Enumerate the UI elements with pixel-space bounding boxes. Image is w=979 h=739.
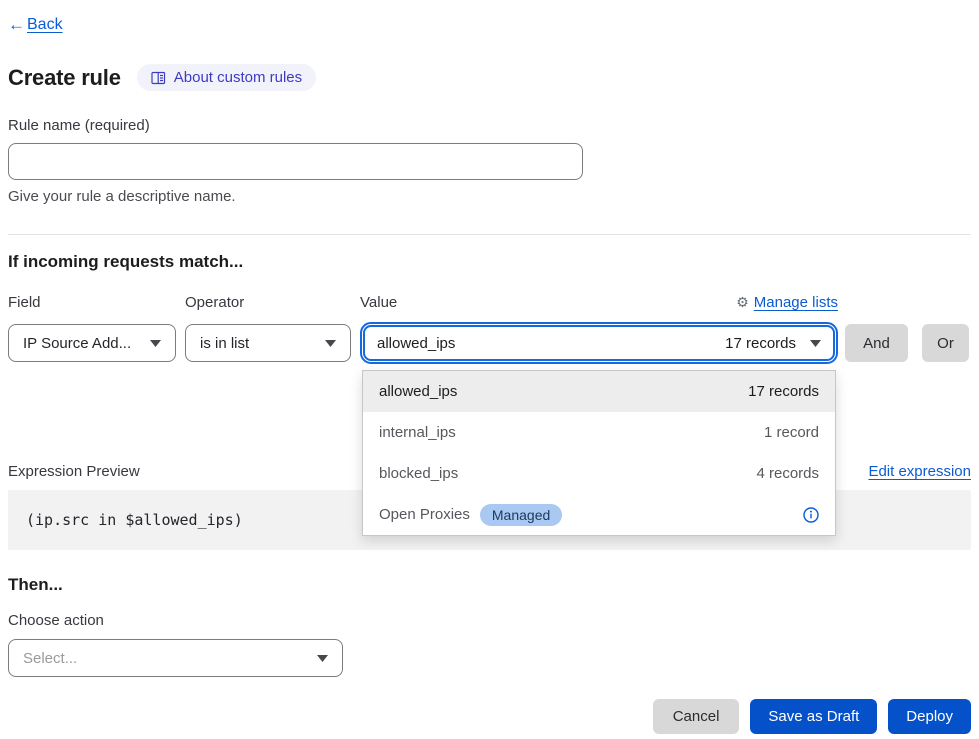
rule-name-label: Rule name (required) xyxy=(8,117,971,134)
action-select[interactable]: Select... xyxy=(8,639,343,677)
back-row: ←Back xyxy=(8,0,971,35)
field-label: Field xyxy=(8,294,185,311)
choose-action-label: Choose action xyxy=(8,612,971,629)
list-option-records: 17 records xyxy=(748,383,819,400)
manage-lists-link[interactable]: ⚙ Manage lists xyxy=(736,294,838,311)
deploy-button[interactable]: Deploy xyxy=(888,699,971,734)
value-select[interactable]: allowed_ips 17 records xyxy=(363,325,835,361)
and-button[interactable]: And xyxy=(845,324,908,362)
managed-badge: Managed xyxy=(480,504,562,526)
about-badge-label: About custom rules xyxy=(174,69,302,86)
chevron-down-icon xyxy=(810,340,821,347)
back-link-label: Back xyxy=(27,16,63,34)
list-option-open-proxies[interactable]: Open Proxies Managed xyxy=(363,494,835,535)
value-label: Value xyxy=(360,294,397,311)
list-option-name: allowed_ips xyxy=(379,383,457,400)
back-link[interactable]: ←Back xyxy=(8,15,63,35)
then-section-heading: Then... xyxy=(8,575,971,595)
match-labels-row: Field Operator Value ⚙ Manage lists xyxy=(8,294,971,311)
list-option-allowed-ips[interactable]: allowed_ips 17 records xyxy=(363,371,835,412)
expression-preview-label: Expression Preview xyxy=(8,463,140,480)
chevron-down-icon xyxy=(317,655,328,662)
match-section-heading: If incoming requests match... xyxy=(8,252,971,272)
or-button[interactable]: Or xyxy=(922,324,969,362)
field-select-value: IP Source Add... xyxy=(23,335,131,352)
page-title: Create rule xyxy=(8,65,121,91)
list-option-records: 4 records xyxy=(756,465,819,482)
operator-select[interactable]: is in list xyxy=(185,324,351,362)
about-custom-rules-link[interactable]: About custom rules xyxy=(137,64,316,91)
value-select-records: 17 records xyxy=(725,335,796,352)
chevron-down-icon xyxy=(150,340,161,347)
operator-select-value: is in list xyxy=(200,335,249,352)
title-row: Create rule About custom rules xyxy=(8,64,971,91)
match-controls-row: IP Source Add... is in list allowed_ips … xyxy=(8,322,971,364)
list-option-records: 1 record xyxy=(764,424,819,441)
list-option-name: Open Proxies xyxy=(379,506,470,523)
action-select-placeholder: Select... xyxy=(23,650,77,667)
section-divider xyxy=(8,234,971,235)
list-option-internal-ips[interactable]: internal_ips 1 record xyxy=(363,412,835,453)
list-option-name: blocked_ips xyxy=(379,465,458,482)
operator-label: Operator xyxy=(185,294,360,311)
gear-icon: ⚙ xyxy=(736,294,749,311)
list-option-name: internal_ips xyxy=(379,424,456,441)
arrow-left-icon: ← xyxy=(8,15,25,35)
chevron-down-icon xyxy=(325,340,336,347)
rule-name-helper-text: Give your rule a descriptive name. xyxy=(8,188,971,205)
value-select-wrapper: allowed_ips 17 records allowed_ips 17 re… xyxy=(360,322,838,364)
info-icon[interactable] xyxy=(803,507,819,523)
book-icon xyxy=(151,71,166,85)
edit-expression-link[interactable]: Edit expression xyxy=(868,463,971,480)
expression-code-text: (ip.src in $allowed_ips) xyxy=(26,511,243,529)
value-select-selected: allowed_ips xyxy=(377,335,725,352)
manage-lists-label: Manage lists xyxy=(754,294,838,311)
footer-actions: Cancel Save as Draft Deploy xyxy=(8,699,971,734)
list-option-blocked-ips[interactable]: blocked_ips 4 records xyxy=(363,453,835,494)
cancel-button[interactable]: Cancel xyxy=(653,699,740,734)
save-as-draft-button[interactable]: Save as Draft xyxy=(750,699,877,734)
rule-name-input[interactable] xyxy=(8,143,583,180)
list-dropdown-menu: allowed_ips 17 records internal_ips 1 re… xyxy=(362,370,836,536)
create-rule-page: ←Back Create rule About custom rules Rul… xyxy=(0,0,979,734)
field-select[interactable]: IP Source Add... xyxy=(8,324,176,362)
